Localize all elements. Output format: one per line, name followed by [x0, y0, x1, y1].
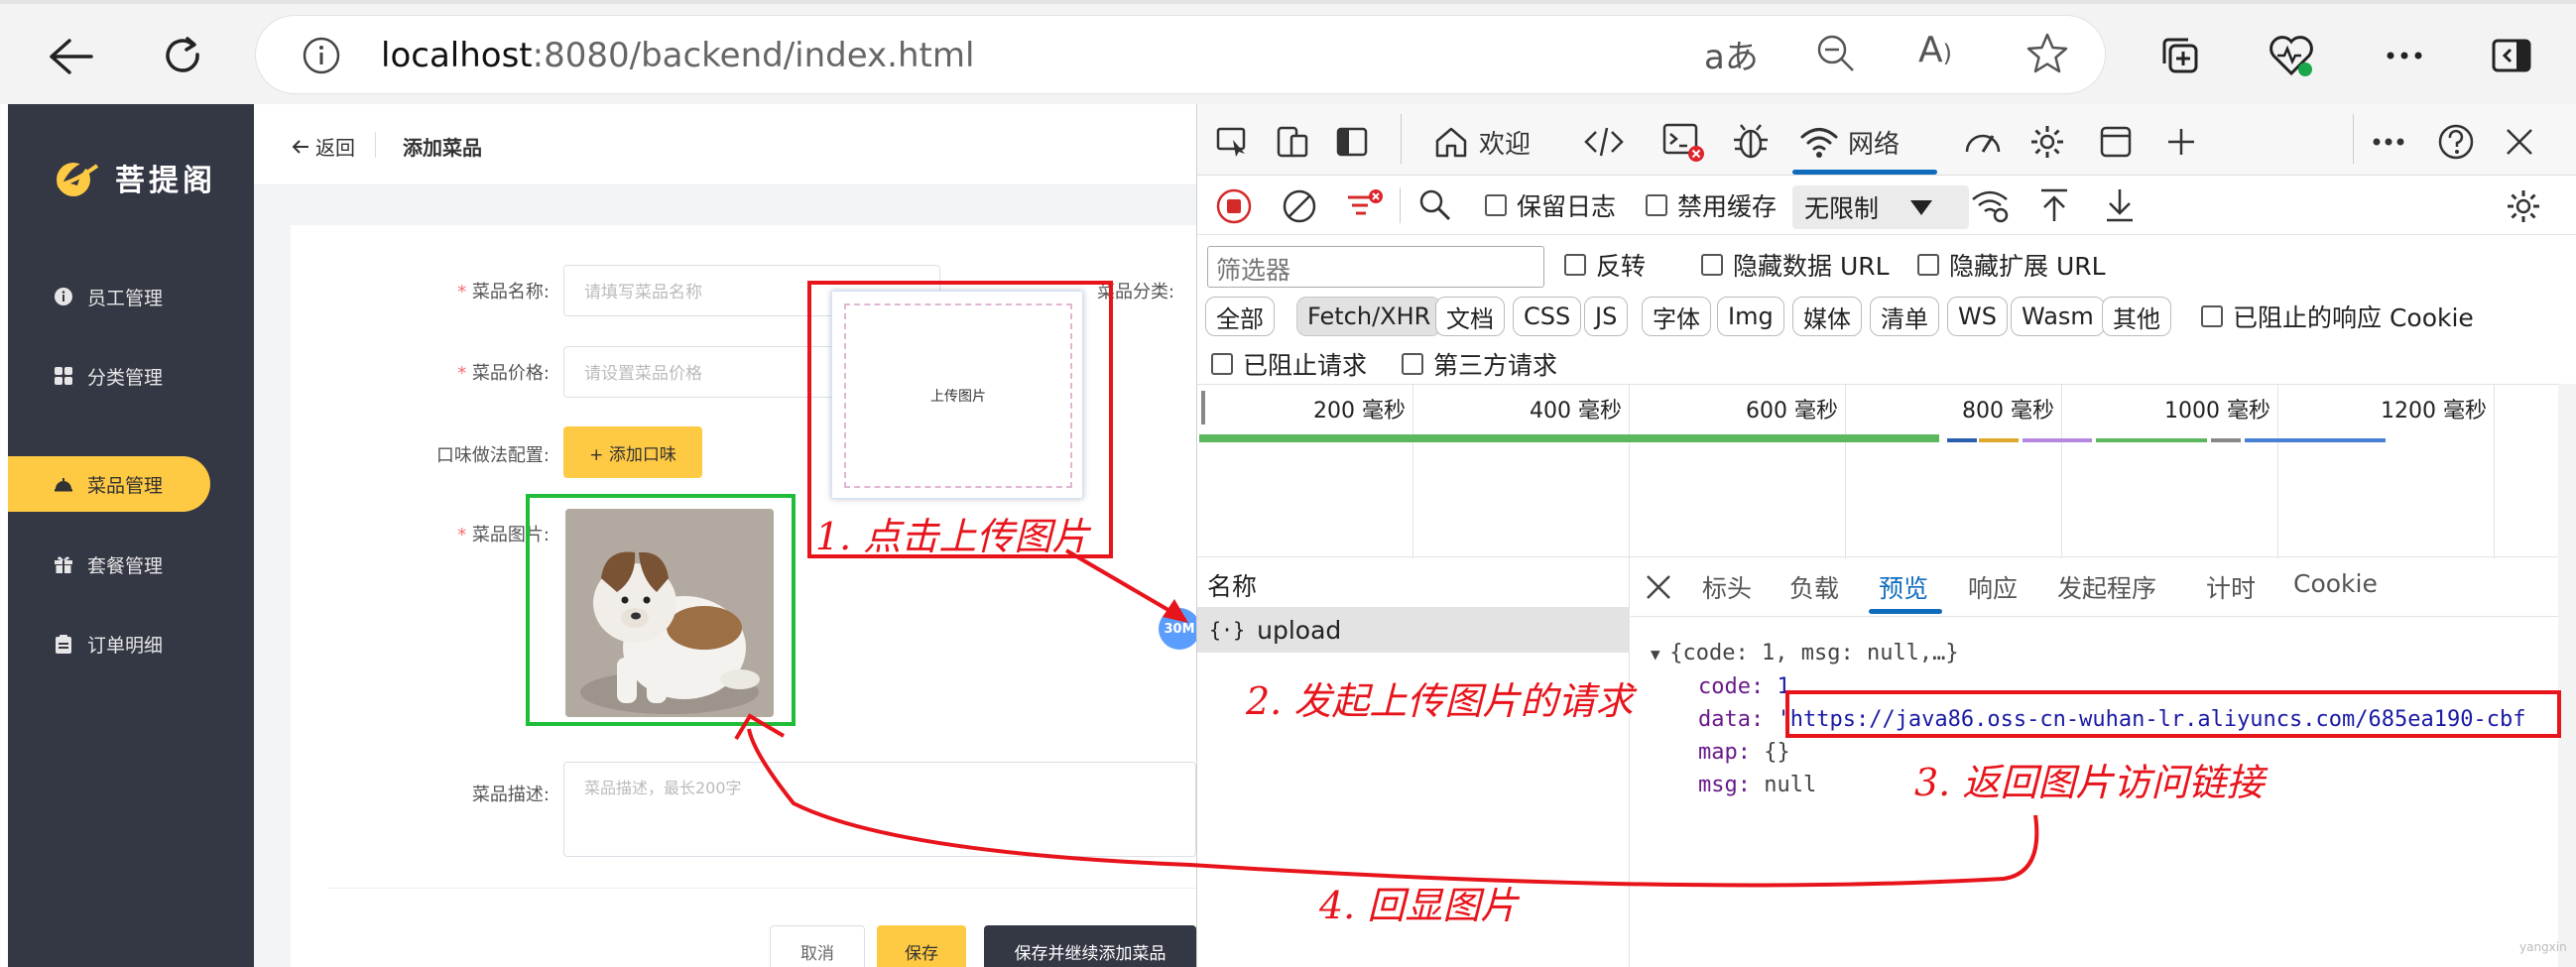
watermark: yangxin	[2519, 940, 2567, 954]
annotation-arrows	[734, 548, 2039, 888]
